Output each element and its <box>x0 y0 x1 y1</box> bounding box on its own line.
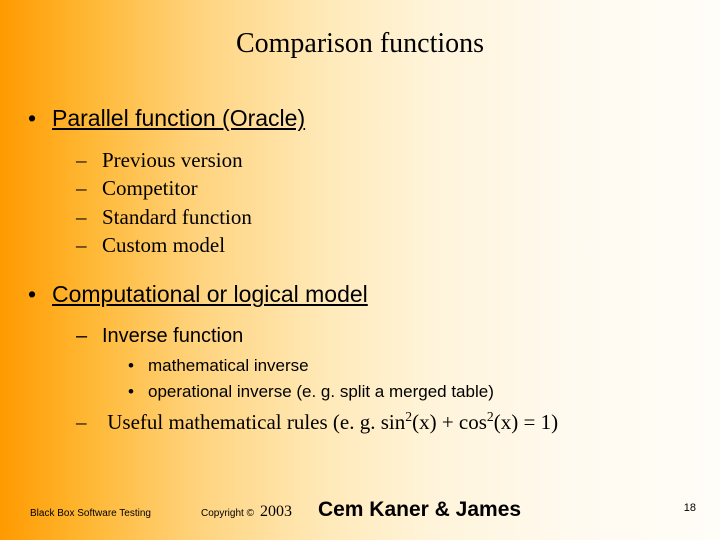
bullet-text: Parallel function (Oracle) <box>52 105 305 131</box>
sub-sub-list-inverse: mathematical inverse operational inverse… <box>128 353 700 404</box>
list-item: mathematical inverse <box>128 353 700 379</box>
rule-mid: (x) + cos <box>412 410 487 434</box>
slide-title: Comparison functions <box>0 28 720 60</box>
slide-content: Parallel function (Oracle) Previous vers… <box>28 95 700 435</box>
list-item: Standard function <box>76 203 700 231</box>
rule-suffix: (x) = 1) <box>494 410 558 434</box>
list-item: Competitor <box>76 174 700 202</box>
list-item: operational inverse (e. g. split a merge… <box>128 379 700 405</box>
item-text: Custom model <box>102 233 225 257</box>
item-text: operational inverse (e. g. split a merge… <box>148 382 494 401</box>
rule-prefix: Useful mathematical rules (e. g. sin <box>107 410 405 434</box>
sub-list-parallel: Previous version Competitor Standard fun… <box>76 146 700 259</box>
sub-inverse-function: Inverse function <box>76 322 700 351</box>
item-text: Standard function <box>102 205 252 229</box>
item-text: Inverse function <box>102 325 243 347</box>
footer-authors: Cem Kaner & James <box>318 498 521 522</box>
list-item: Previous version <box>76 146 700 174</box>
footer: Black Box Software Testing Copyright © 2… <box>30 498 690 522</box>
superscript: 2 <box>487 409 494 424</box>
item-text: Previous version <box>102 148 243 172</box>
item-text: mathematical inverse <box>148 356 309 375</box>
footer-year: 2003 <box>260 503 292 521</box>
footer-left: Black Box Software Testing <box>30 508 151 519</box>
bullet-text: Computational or logical model <box>52 281 368 307</box>
bullet-computational-model: Computational or logical model <box>28 281 700 308</box>
slide: Comparison functions Parallel function (… <box>0 0 720 540</box>
bullet-parallel-function: Parallel function (Oracle) <box>28 105 700 132</box>
footer-copyright: Copyright © <box>201 508 254 519</box>
page-number: 18 <box>684 502 696 514</box>
item-text: Competitor <box>102 176 198 200</box>
list-item: Custom model <box>76 231 700 259</box>
sub-math-rules: Useful mathematical rules (e. g. sin 2(x)… <box>76 410 700 435</box>
